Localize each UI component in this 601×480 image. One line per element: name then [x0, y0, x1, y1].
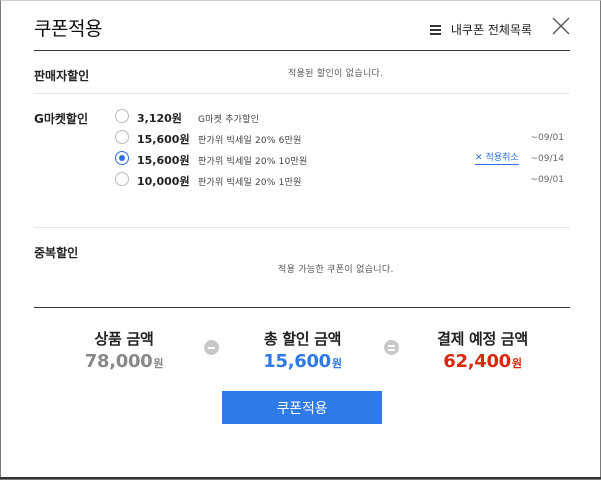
discount-amount-value: 15,600원 — [240, 351, 365, 372]
radio-option-4[interactable] — [115, 172, 129, 186]
close-icon[interactable] — [552, 17, 570, 35]
product-amount-block: 상품 금액 78,000원 — [64, 328, 184, 372]
divider — [34, 93, 570, 94]
radio-option-2[interactable] — [115, 130, 129, 144]
option-description: 판가위 빅세일 20% 1만원 — [198, 178, 302, 188]
divider — [34, 227, 570, 228]
seller-discount-empty: 적용된 할인이 없습니다. — [288, 69, 384, 79]
dialog-title: 쿠폰적용 — [34, 18, 102, 40]
summary-divider — [34, 307, 570, 308]
seller-discount-title: 판매자할인 — [34, 69, 90, 83]
product-amount-value: 78,000원 — [64, 351, 184, 372]
discount-amount-label: 총 할인 금액 — [263, 330, 342, 348]
cancel-apply-link[interactable]: ✕ 적용취소 — [475, 153, 519, 165]
discount-amount-block: 총 할인 금액 15,600원 — [240, 328, 365, 372]
payment-amount-label: 결제 예정 금액 — [437, 330, 528, 348]
cancel-apply-label: 적용취소 — [485, 153, 519, 163]
dialog-header: 쿠폰적용 내쿠폰 전체목록 — [34, 0, 570, 51]
payment-amount-number: 62,400 — [443, 351, 511, 372]
option-amount: 10,000원 — [137, 175, 190, 188]
option-description: 판가위 빅세일 20% 6만원 — [198, 136, 302, 146]
list-icon — [429, 25, 441, 35]
apply-coupon-button[interactable]: 쿠폰적용 — [222, 391, 382, 424]
option-expiry: ~09/14 — [530, 154, 564, 164]
payment-amount-value: 62,400원 — [420, 351, 545, 372]
option-description: G마켓 추가할인 — [198, 115, 260, 125]
option-amount: 15,600원 — [137, 133, 190, 146]
option-amount: 3,120원 — [137, 112, 182, 125]
currency-unit: 원 — [331, 357, 342, 370]
all-coupons-link[interactable]: 내쿠폰 전체목록 — [429, 21, 532, 38]
radio-option-1[interactable] — [115, 109, 129, 123]
option-expiry: ~09/01 — [530, 175, 564, 185]
minus-icon — [204, 340, 219, 355]
duplicate-discount-empty: 적용 가능한 쿠폰이 없습니다. — [278, 265, 394, 275]
option-description: 판가위 빅세일 20% 10만원 — [198, 157, 308, 167]
option-expiry: ~09/01 — [530, 133, 564, 143]
product-amount-number: 78,000 — [84, 351, 153, 372]
radio-option-3-selected[interactable] — [115, 151, 129, 165]
bottom-border — [0, 477, 601, 479]
currency-unit: 원 — [511, 357, 522, 370]
equals-icon — [384, 340, 399, 355]
all-coupons-label: 내쿠폰 전체목록 — [450, 23, 532, 37]
product-amount-label: 상품 금액 — [94, 330, 154, 348]
duplicate-discount-title: 중복할인 — [34, 246, 79, 260]
option-amount: 15,600원 — [137, 154, 190, 167]
payment-amount-block: 결제 예정 금액 62,400원 — [420, 328, 545, 372]
currency-unit: 원 — [153, 357, 164, 370]
gmarket-discount-title: G마켓할인 — [34, 112, 89, 126]
discount-amount-number: 15,600 — [263, 351, 331, 372]
x-icon: ✕ — [475, 153, 483, 163]
